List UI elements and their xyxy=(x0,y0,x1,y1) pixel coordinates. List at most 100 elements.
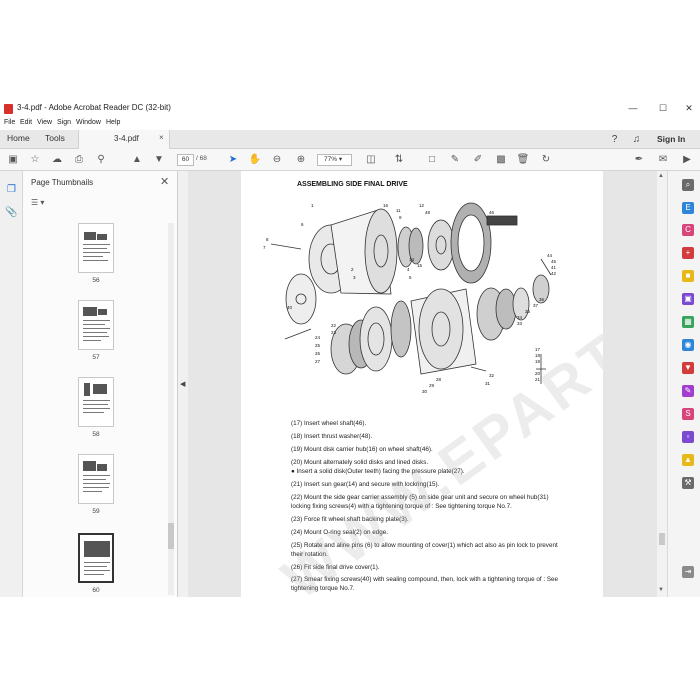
page-number-input[interactable]: 60 xyxy=(177,154,194,166)
collapse-tools-pane-icon[interactable]: ⇥ xyxy=(682,566,694,578)
print-icon[interactable]: ⎙ xyxy=(72,153,86,167)
rotate-icon[interactable]: ↻ xyxy=(539,153,553,167)
callout-label: 40 xyxy=(287,305,293,310)
send-for-signature-icon[interactable]: S xyxy=(682,408,694,420)
minimize-button[interactable]: — xyxy=(626,102,640,115)
collapse-left-pane-icon[interactable]: ◀ xyxy=(180,380,185,388)
thumbnails-close-icon[interactable]: ✕ xyxy=(160,175,169,188)
document-view[interactable]: ASSEMBLING SIDE FINAL DRIVE 46 48 16 11 … xyxy=(188,171,657,597)
callout-label: 34 xyxy=(517,315,523,320)
comment-icon[interactable]: □ xyxy=(425,153,439,167)
pdf-page: ASSEMBLING SIDE FINAL DRIVE 46 48 16 11 … xyxy=(241,171,603,597)
compress-pdf-icon[interactable]: ▼ xyxy=(682,362,694,374)
previous-page-icon[interactable]: ▲ xyxy=(130,153,144,167)
scroll-down-arrow-icon[interactable]: ▼ xyxy=(658,587,664,593)
sign-in-button[interactable]: Sign In xyxy=(657,134,685,144)
callout-label: 12 xyxy=(419,203,425,208)
document-scrollbar-thumb[interactable] xyxy=(659,533,665,545)
document-scrollbar[interactable]: ▲ ▼ xyxy=(657,171,667,597)
stamp-tool-icon[interactable]: ▲ xyxy=(682,454,694,466)
combine-files-icon[interactable]: ▣ xyxy=(682,293,694,305)
menu-help[interactable]: Help xyxy=(106,119,120,126)
search-tool-icon[interactable]: ⌕ xyxy=(682,179,694,191)
organize-pages-icon[interactable]: ▦ xyxy=(682,316,694,328)
fill-sign-icon[interactable]: ✎ xyxy=(682,385,694,397)
thumbnail-page[interactable] xyxy=(78,223,114,273)
notification-bell-icon[interactable]: ♫ xyxy=(630,133,643,146)
callout-label: 28 xyxy=(436,377,442,382)
save-icon[interactable]: ▣ xyxy=(6,153,20,167)
thumbnails-panel-title: Page Thumbnails xyxy=(31,178,94,187)
callout-label: 17 xyxy=(535,347,541,352)
select-cursor-icon[interactable]: ➤ xyxy=(226,153,240,167)
menu-window[interactable]: Window xyxy=(76,119,101,126)
thumbnail-page-number: 59 xyxy=(92,508,100,515)
thumbnail-page-selected[interactable] xyxy=(78,533,114,583)
zoom-in-icon[interactable]: ⊕ xyxy=(294,153,308,167)
thumbnail-page-number: 56 xyxy=(92,277,100,284)
thumbnails-scrollbar-thumb[interactable] xyxy=(168,523,174,549)
upload-cloud-icon[interactable]: ☁ xyxy=(50,153,64,167)
page-thumbnails-icon[interactable]: ❐ xyxy=(5,183,18,196)
callout-label: 26 xyxy=(315,351,321,356)
stamp-icon[interactable]: ▩ xyxy=(494,153,508,167)
protect-icon[interactable]: ▫ xyxy=(682,431,694,443)
menu-sign[interactable]: Sign xyxy=(57,119,71,126)
page-total-label: / 68 xyxy=(196,155,207,162)
next-page-icon[interactable]: ▼ xyxy=(152,153,166,167)
help-icon[interactable]: ? xyxy=(608,133,621,146)
attachments-paperclip-icon[interactable]: 📎 xyxy=(5,206,18,219)
scroll-up-arrow-icon[interactable]: ▲ xyxy=(658,173,664,179)
delete-icon[interactable]: 🗑 xyxy=(516,153,530,167)
menu-file[interactable]: File xyxy=(4,119,15,126)
tab-document-label: 3-4.pdf xyxy=(114,134,139,143)
thumbnails-options-menu[interactable]: ☰ ▾ xyxy=(31,198,44,207)
callout-label: 29 xyxy=(429,383,435,388)
callout-label: 45 xyxy=(551,259,557,264)
export-pdf-icon[interactable]: E xyxy=(682,202,694,214)
highlight-pen-icon[interactable]: ✎ xyxy=(448,153,462,167)
tab-home[interactable]: Home xyxy=(7,133,30,143)
callout-label: 25 xyxy=(315,343,321,348)
callout-label: 15 xyxy=(417,263,423,268)
tab-document-close-icon[interactable]: × xyxy=(159,133,164,142)
callout-label: 11 xyxy=(396,208,401,213)
window-title: 3-4.pdf - Adobe Acrobat Reader DC (32-bi… xyxy=(17,103,171,112)
edit-pdf-icon[interactable]: + xyxy=(682,247,694,259)
close-window-button[interactable]: ✕ xyxy=(682,102,696,115)
callout-label: 8 xyxy=(266,237,269,242)
thumbnail-page[interactable] xyxy=(78,454,114,504)
thumbnails-scrollbar[interactable] xyxy=(168,223,174,595)
search-icon[interactable]: ⚲ xyxy=(94,153,108,167)
bookmark-star-icon[interactable]: ☆ xyxy=(28,153,42,167)
sign-pen-icon[interactable]: ✒ xyxy=(632,153,646,167)
menu-view[interactable]: View xyxy=(37,119,52,126)
maximize-button[interactable]: ☐ xyxy=(656,102,670,115)
more-tools-icon[interactable]: ▶ xyxy=(680,153,694,167)
scroll-mode-icon[interactable]: ⇅ xyxy=(392,153,406,167)
callout-label: 31 xyxy=(485,381,491,386)
tab-tools[interactable]: Tools xyxy=(45,133,65,143)
comment-tool-icon[interactable]: ■ xyxy=(682,270,694,282)
draw-icon[interactable]: ✐ xyxy=(471,153,485,167)
thumbnail-page[interactable] xyxy=(78,377,114,427)
zoom-level-select[interactable]: 77% ▾ xyxy=(317,154,352,166)
fit-page-icon[interactable]: ◫ xyxy=(364,153,378,167)
scan-ocr-icon[interactable]: ◉ xyxy=(682,339,694,351)
zoom-out-icon[interactable]: ⊖ xyxy=(270,153,284,167)
callout-label: 14 xyxy=(409,257,415,262)
thumbnail-page-number: 58 xyxy=(92,431,100,438)
callout-label: 33 xyxy=(517,321,523,326)
toolbar: ▣ ☆ ☁ ⎙ ⚲ ▲ ▼ 60 / 68 ➤ ✋ ⊖ ⊕ 77% ▾ ◫ ⇅ … xyxy=(0,149,700,171)
menu-edit[interactable]: Edit xyxy=(20,119,32,126)
tab-document[interactable]: 3-4.pdf × xyxy=(78,130,170,149)
tools-pane-strip: ⌕ E C + ■ ▣ ▦ ◉ ▼ ✎ S ▫ ▲ ⚒ ⇥ xyxy=(667,171,700,597)
more-tools-wrench-icon[interactable]: ⚒ xyxy=(682,477,694,489)
thumbnail-page[interactable] xyxy=(78,300,114,350)
callout-label: 37 xyxy=(533,303,539,308)
hand-tool-icon[interactable]: ✋ xyxy=(248,153,262,167)
callout-label: 1 xyxy=(311,203,314,208)
create-pdf-icon[interactable]: C xyxy=(682,224,694,236)
acrobat-app-icon xyxy=(4,104,13,114)
share-email-icon[interactable]: ✉ xyxy=(656,153,670,167)
